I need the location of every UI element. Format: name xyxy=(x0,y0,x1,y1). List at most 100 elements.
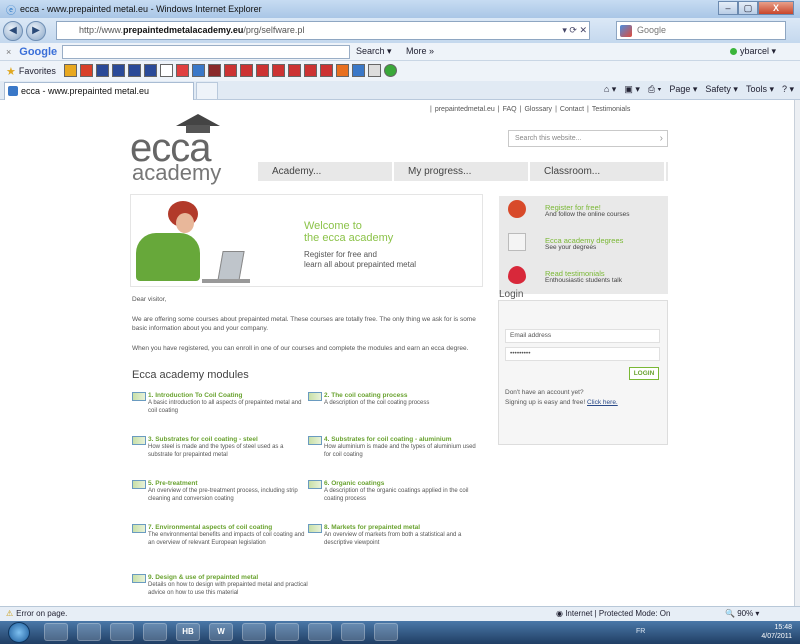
back-button[interactable]: ◀ xyxy=(3,20,23,41)
favorites-button[interactable]: Favorites xyxy=(19,66,56,76)
module-title[interactable]: 2. The coil coating process xyxy=(324,392,407,399)
system-clock[interactable]: 15:48 4/07/2011 xyxy=(761,623,792,641)
print-icon[interactable]: ⎙ ▾ xyxy=(648,84,661,95)
google-user-menu[interactable]: ybarcel ▾ xyxy=(740,46,776,57)
zoom-level[interactable]: 🔍 90% ▾ xyxy=(725,607,759,621)
language-indicator[interactable]: FR xyxy=(636,628,645,635)
module-title[interactable]: 6. Organic coatings xyxy=(324,480,384,487)
google-search-button[interactable]: Search ▾ xyxy=(356,46,392,57)
toplink-glossary[interactable]: Glossary xyxy=(524,106,552,113)
browser-search-input[interactable]: Google xyxy=(616,21,786,40)
toplink-contact[interactable]: Contact xyxy=(560,106,584,113)
taskbar-app-icon[interactable] xyxy=(77,623,101,641)
module-title[interactable]: 9. Design & use of prepainted metal xyxy=(148,574,258,581)
help-icon[interactable]: ? ▾ xyxy=(782,84,794,95)
module-book-icon xyxy=(132,524,146,533)
side-panel: Register for free! And follow the online… xyxy=(499,196,668,294)
maximize-button[interactable]: ▢ xyxy=(738,1,758,15)
taskbar-apps: HB W xyxy=(44,623,398,641)
favorite-link-icon[interactable] xyxy=(240,64,253,77)
powerpoint-icon[interactable] xyxy=(341,623,365,641)
favorite-link-icon[interactable] xyxy=(80,64,93,77)
google-logo: Google xyxy=(19,45,58,58)
home-icon[interactable]: ⌂ ▾ xyxy=(604,84,616,95)
side-testimonials[interactable]: Read testimonials Enthousiastic students… xyxy=(499,262,668,294)
forward-button[interactable]: ▶ xyxy=(26,20,46,41)
internet-explorer-icon[interactable] xyxy=(275,623,299,641)
security-zone-text: Internet | Protected Mode: On xyxy=(565,609,671,618)
taskbar-app-icon[interactable]: HB xyxy=(176,623,200,641)
address-actions-icon[interactable]: ▾ ⟳ ✕ xyxy=(562,22,587,39)
safety-menu[interactable]: Safety ▾ xyxy=(705,84,738,95)
favorite-link-icon[interactable] xyxy=(256,64,269,77)
module-title[interactable]: 1. Introduction To Coil Coating xyxy=(148,392,242,399)
toolbar-close-icon[interactable]: × xyxy=(6,47,11,57)
side-register-sub: And follow the online courses xyxy=(545,211,630,218)
menu-my-progress[interactable]: My progress... xyxy=(394,162,530,181)
toplink-faq[interactable]: FAQ xyxy=(503,106,517,113)
start-button[interactable] xyxy=(8,622,30,643)
click-here-link[interactable]: Click here. xyxy=(587,399,618,406)
favorite-link-icon[interactable] xyxy=(368,64,381,77)
favorite-link-icon[interactable] xyxy=(144,64,157,77)
address-bar[interactable]: http://www.prepaintedmetalacademy.eu/prg… xyxy=(56,21,590,40)
tab-favicon-icon xyxy=(8,86,18,96)
favorite-link-icon[interactable] xyxy=(96,64,109,77)
favorite-link-icon[interactable] xyxy=(64,64,77,77)
google-toolbar-input[interactable] xyxy=(62,45,350,59)
taskbar-app-icon[interactable] xyxy=(374,623,398,641)
welcome-sub-line2: learn all about prepainted metal xyxy=(304,260,417,269)
favorite-link-icon[interactable] xyxy=(320,64,333,77)
new-tab-button[interactable] xyxy=(196,82,218,100)
module-book-icon xyxy=(132,480,146,489)
favorite-link-icon[interactable] xyxy=(224,64,237,77)
tab-ecca[interactable]: ecca - www.prepainted metal.eu xyxy=(4,82,194,100)
favorite-link-icon[interactable] xyxy=(208,64,221,77)
module-title[interactable]: 8. Markets for prepainted metal xyxy=(324,524,420,531)
favorite-link-icon[interactable] xyxy=(336,64,349,77)
favorite-link-icon[interactable] xyxy=(160,64,173,77)
close-button[interactable]: X xyxy=(758,1,794,15)
site-search-input[interactable]: Search this website... › xyxy=(508,130,668,147)
excel-icon[interactable] xyxy=(308,623,332,641)
word-icon[interactable]: W xyxy=(209,623,233,641)
toplink-prepaintedmetal[interactable]: prepaintedmetal.eu xyxy=(435,106,495,113)
taskbar-app-icon[interactable] xyxy=(44,623,68,641)
email-field[interactable]: Email address xyxy=(505,329,660,343)
password-field[interactable]: ••••••••• xyxy=(505,347,660,361)
favorite-link-icon[interactable] xyxy=(352,64,365,77)
side-degrees[interactable]: Ecca academy degrees See your degrees xyxy=(499,229,668,261)
favorite-link-icon[interactable] xyxy=(384,64,397,77)
taskbar-app-icon[interactable] xyxy=(143,623,167,641)
page-menu[interactable]: Page ▾ xyxy=(669,84,697,95)
ecca-academy-logo[interactable]: ecca academy xyxy=(130,114,242,186)
google-search-icon xyxy=(620,25,632,37)
search-arrow-icon[interactable]: › xyxy=(660,131,663,146)
favorite-link-icon[interactable] xyxy=(272,64,285,77)
taskbar-app-icon[interactable] xyxy=(242,623,266,641)
vertical-scrollbar[interactable] xyxy=(794,100,800,606)
module-title[interactable]: 4. Substrates for coil coating - alumini… xyxy=(324,436,452,443)
google-more-button[interactable]: More » xyxy=(406,46,434,56)
favorite-link-icon[interactable] xyxy=(192,64,205,77)
menu-academy[interactable]: Academy... xyxy=(258,162,394,181)
module-title[interactable]: 7. Environmental aspects of coil coating xyxy=(148,524,272,531)
module-title[interactable]: 3. Substrates for coil coating - steel xyxy=(148,436,258,443)
favorite-link-icon[interactable] xyxy=(128,64,141,77)
feeds-icon[interactable]: ▣ ▾ xyxy=(624,84,640,95)
favorite-link-icon[interactable] xyxy=(112,64,125,77)
favorites-star-icon[interactable]: ★ xyxy=(6,65,16,78)
error-on-page[interactable]: Error on page. xyxy=(6,607,67,621)
login-button[interactable]: LOGIN xyxy=(629,367,659,380)
favorite-link-icon[interactable] xyxy=(304,64,317,77)
favorite-link-icon[interactable] xyxy=(288,64,301,77)
favorite-link-icon[interactable] xyxy=(176,64,189,77)
tools-menu[interactable]: Tools ▾ xyxy=(746,84,774,95)
toplink-testimonials[interactable]: Testimonials xyxy=(592,106,631,113)
minimize-button[interactable]: – xyxy=(718,1,738,15)
menu-classroom[interactable]: Classroom... xyxy=(530,162,666,181)
side-register[interactable]: Register for free! And follow the online… xyxy=(499,196,668,228)
module-title[interactable]: 5. Pre-treatment xyxy=(148,480,198,487)
module-description: An overview of markets from both a stati… xyxy=(324,532,462,546)
taskbar-app-icon[interactable] xyxy=(110,623,134,641)
